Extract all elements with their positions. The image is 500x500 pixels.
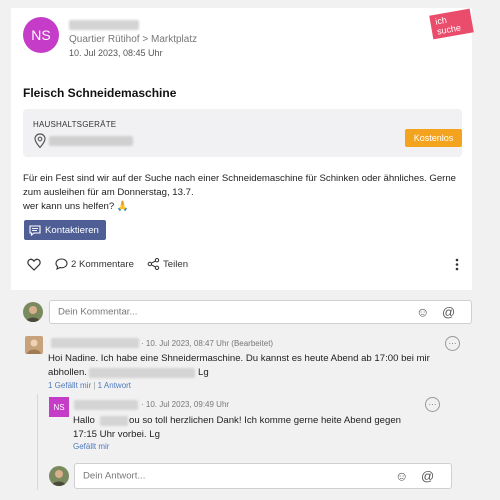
post-date: 10. Jul 2023, 08:45 Uhr [69, 48, 163, 58]
contact-button-label: Kontaktieren [45, 224, 99, 236]
address-redacted [49, 136, 133, 146]
share-icon [147, 258, 160, 270]
comment-text-line2b: Lg [198, 367, 209, 378]
reply-text-line2: 17:15 Uhr vorbei. Lg [73, 429, 160, 440]
location-pin-icon [34, 133, 46, 149]
heart-icon [27, 258, 41, 271]
comments-section: Dein Kommentar... ☺ @ · 10. Jul 2023, 08… [11, 290, 472, 500]
comment-text-line1: Hoi Nadine. Ich habe eine Shneidermaschi… [48, 353, 430, 364]
comment-text-redacted [89, 368, 195, 378]
reply-text-line1a: Hallo [73, 415, 95, 426]
author-name-redacted [69, 20, 139, 30]
reply-author-name-redacted [74, 400, 138, 410]
comment-bubble-icon [55, 258, 68, 270]
post-category: HAUSHALTSGERÄTE [33, 120, 117, 129]
post-description-line2: wer kann uns helfen? 🙏 [23, 201, 129, 212]
comment-more-icon[interactable]: ··· [445, 336, 460, 351]
comment-replies-link[interactable]: 1 Antwort [98, 381, 131, 390]
post-description: Für ein Fest sind wir auf der Suche nach… [23, 172, 463, 214]
reply-text-line1b: ou so toll herzlichen Dank! Ich komme ge… [129, 415, 401, 426]
reply-mention-icon[interactable]: @ [421, 469, 434, 484]
commenter-avatar[interactable] [25, 336, 43, 354]
post-tag-badge: ich suche [429, 8, 474, 40]
reply-text-redacted [100, 416, 128, 426]
post-info-box: HAUSHALTSGERÄTE Kostenlos [23, 109, 462, 157]
reply-likes-link[interactable]: Gefällt mir [73, 442, 109, 451]
comment-actions: 1 Gefällt mir | 1 Antwort [48, 381, 132, 390]
reply-input[interactable]: Dein Antwort... ☺ @ [74, 463, 452, 489]
comments-button[interactable]: 2 Kommentare [55, 258, 134, 270]
chat-icon [29, 224, 41, 236]
emoji-icon[interactable]: ☺ [416, 305, 429, 320]
current-user-avatar-reply [49, 466, 69, 486]
post-description-line1: Für ein Fest sind wir auf der Suche nach… [23, 173, 457, 198]
reply-author-avatar[interactable]: NS [49, 397, 69, 417]
comment-text-line2a: abhollen. [48, 367, 87, 378]
comments-count: 2 Kommentare [71, 258, 134, 270]
commenter-name-redacted [51, 338, 139, 348]
comment-meta: · 10. Jul 2023, 08:47 Uhr (Bearbeitet) [141, 339, 274, 348]
post-location[interactable]: Quartier Rütihof > Marktplatz [69, 34, 197, 45]
reply-more-icon[interactable]: ··· [425, 397, 440, 412]
share-label: Teilen [163, 258, 189, 270]
post-title: Fleisch Schneidemaschine [23, 86, 177, 100]
price-badge: Kostenlos [405, 129, 462, 147]
reply-input-placeholder: Dein Antwort... [83, 470, 146, 482]
current-user-avatar [23, 302, 43, 322]
reply-emoji-icon[interactable]: ☺ [395, 469, 408, 484]
post-actions: 2 Kommentare Teilen [23, 258, 463, 274]
reply-meta: · 10. Jul 2023, 09:49 Uhr [141, 400, 230, 409]
thread-line [37, 394, 38, 490]
author-avatar[interactable]: NS [23, 17, 59, 53]
contact-button[interactable]: Kontaktieren [24, 220, 106, 240]
like-button[interactable] [27, 258, 41, 271]
mention-icon[interactable]: @ [442, 305, 455, 320]
comment-input-placeholder: Dein Kommentar... [58, 306, 138, 318]
share-button[interactable]: Teilen [147, 258, 188, 270]
more-options-icon[interactable] [455, 258, 459, 271]
comment-likes-link[interactable]: 1 Gefällt mir [48, 381, 91, 390]
post-card: NS Quartier Rütihof > Marktplatz 10. Jul… [11, 8, 474, 290]
comment-input[interactable]: Dein Kommentar... ☺ @ [49, 300, 472, 324]
